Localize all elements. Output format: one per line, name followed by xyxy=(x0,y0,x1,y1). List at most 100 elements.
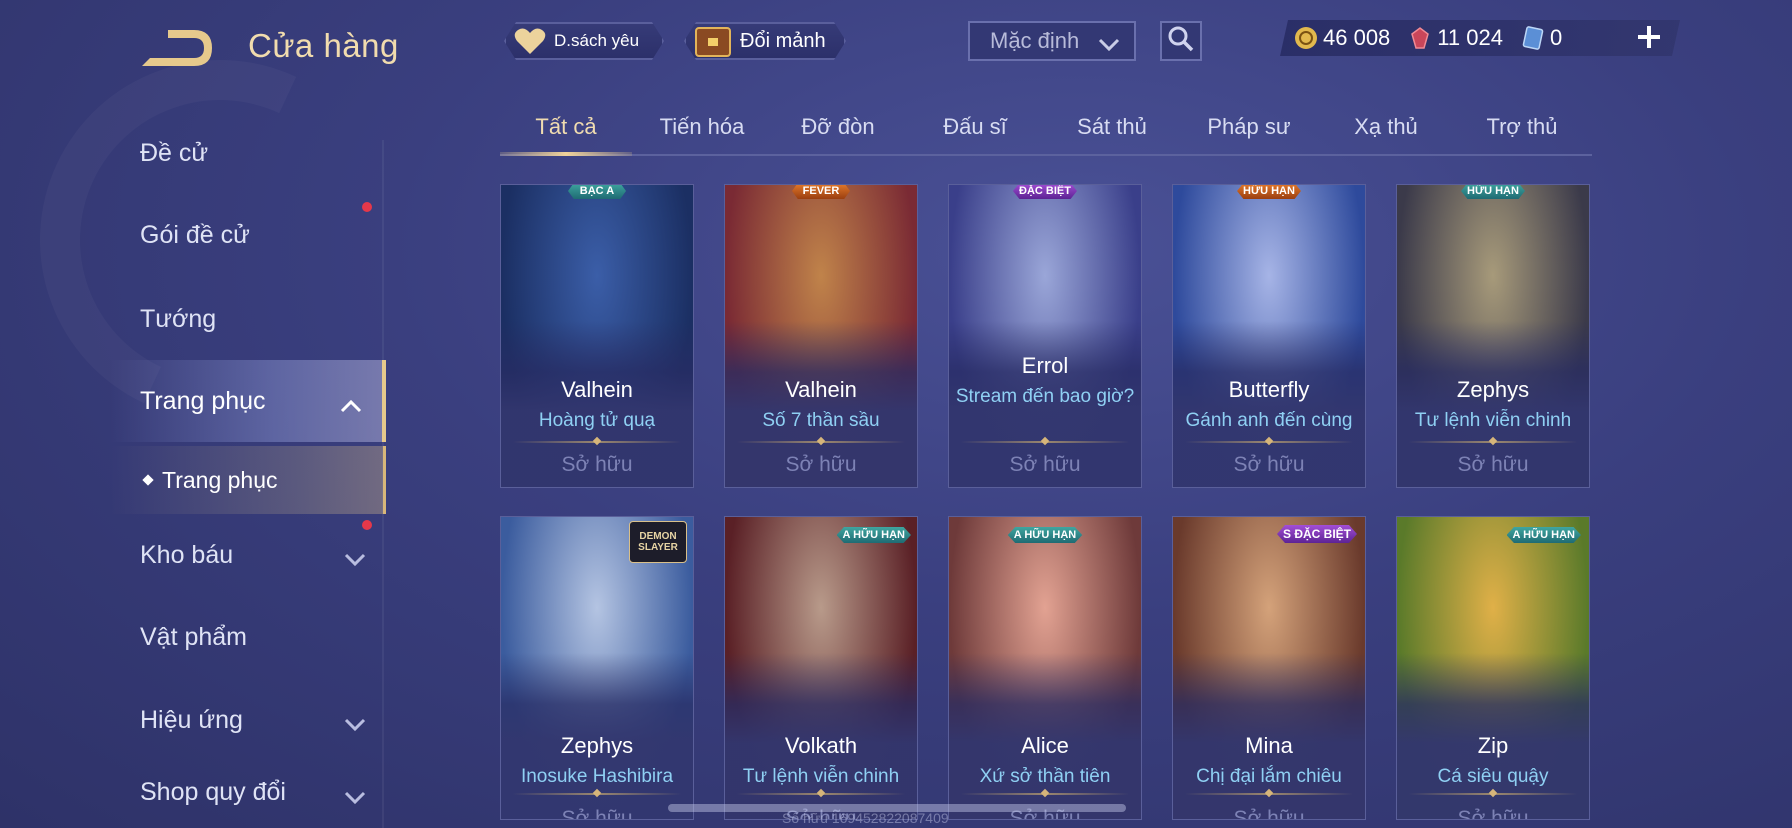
chevron-down-icon xyxy=(344,546,366,575)
sidebar-item-effects[interactable]: Hiệu ứng xyxy=(110,679,386,761)
ruby-currency: 11 024 xyxy=(1408,25,1503,51)
card-separator xyxy=(1185,441,1353,443)
tab-assassin[interactable]: Sát thủ xyxy=(1044,114,1180,140)
hero-name: Volkath xyxy=(784,733,858,758)
favorites-label: D.sách yêu xyxy=(554,31,640,50)
add-currency-button[interactable] xyxy=(1634,22,1664,52)
skin-card[interactable]: A HỮU HẠN Alice Xứ sở thần tiên Sở hữu xyxy=(948,516,1142,820)
skin-card[interactable]: S ĐẶC BIỆT Mina Chị đại lắm chiêu Sở hữu xyxy=(1172,516,1366,820)
owned-status: Sở hữu xyxy=(785,453,857,476)
page-title: Cửa hàng xyxy=(248,27,399,64)
skin-name: Inosuke Hashibira xyxy=(520,766,674,787)
rarity-badge: FEVER xyxy=(792,185,850,199)
category-tabs: Tất cả Tiến hóa Đỡ đòn Đấu sĩ Sát thủ Ph… xyxy=(500,104,1592,156)
skin-name: Tư lệnh viễn chinh xyxy=(1414,410,1572,431)
skin-name: Stream đến bao giờ? xyxy=(955,386,1135,407)
back-arrow-icon[interactable] xyxy=(138,26,218,70)
sidebar-item-label: Gói đề cử xyxy=(140,220,250,249)
tab-marksman[interactable]: Xạ thủ xyxy=(1318,114,1454,140)
owned-status: Sở hữu xyxy=(1457,807,1529,820)
card-separator xyxy=(961,441,1129,443)
sidebar-item-label: Vật phẩm xyxy=(140,622,248,651)
heart-icon xyxy=(514,27,546,55)
skin-card[interactable]: DEMON SLAYER Zephys Inosuke Hashibira Sở… xyxy=(500,516,694,820)
diamond-bullet-icon xyxy=(142,474,154,486)
tab-support[interactable]: Trợ thủ xyxy=(1454,114,1590,140)
card-separator xyxy=(961,793,1129,795)
chevron-up-icon xyxy=(340,392,362,421)
sort-value: Mặc định xyxy=(990,28,1080,53)
sidebar-item-label: Đề cử xyxy=(140,138,209,167)
favorites-button[interactable]: D.sách yêu xyxy=(504,22,664,60)
rarity-badge: HỮU HẠN xyxy=(1237,185,1301,199)
sidebar-item-heroes[interactable]: Tướng xyxy=(110,278,386,360)
owned-status: Sở hữu xyxy=(1457,453,1529,476)
sidebar-item-treasure[interactable]: Kho báu xyxy=(110,514,386,596)
ruby-amount: 11 024 xyxy=(1437,25,1503,50)
sidebar-item-items[interactable]: Vật phẩm xyxy=(110,596,386,678)
owned-status: Sở hữu xyxy=(1233,807,1305,820)
hero-name: Errol xyxy=(1021,353,1069,378)
demon-slayer-logo: DEMON SLAYER xyxy=(629,521,687,563)
skin-name: Gánh anh đến cùng xyxy=(1185,410,1353,431)
card-separator xyxy=(1409,441,1577,443)
skin-card[interactable]: HỮU HẠN Zephys Tư lệnh viễn chinh Sở hữu xyxy=(1396,184,1590,488)
skin-card[interactable]: FEVER Valhein Số 7 thần sầu Sở hữu xyxy=(724,184,918,488)
currency-bar: 46 008 11 024 0 xyxy=(1280,20,1680,56)
sidebar-item-recommended-packs[interactable]: Gói đề cử xyxy=(110,194,386,276)
skin-card[interactable]: A HỮU HẠN Volkath Tư lệnh viễn chinh Sở … xyxy=(724,516,918,820)
tab-mage[interactable]: Pháp sư xyxy=(1181,114,1317,140)
rarity-badge: A HỮU HẠN xyxy=(1506,527,1581,543)
tab-all[interactable]: Tất cả xyxy=(498,114,634,140)
sidebar-item-label: Trang phục xyxy=(140,386,266,415)
rarity-badge: ĐẶC BIỆT xyxy=(1013,185,1077,199)
hero-name: Valhein xyxy=(561,377,633,402)
sort-dropdown[interactable]: Mặc định xyxy=(968,21,1136,61)
owned-status: Sở hữu xyxy=(561,807,633,820)
hero-name: Butterfly xyxy=(1228,377,1310,402)
owned-status: Sở hữu xyxy=(1233,453,1305,476)
rarity-badge: A HỮU HẠN xyxy=(836,527,911,543)
rarity-badge: S ĐẶC BIỆT xyxy=(1276,525,1357,543)
hero-name: Zephys xyxy=(560,733,634,758)
rarity-badge: HỮU HẠN xyxy=(1461,185,1525,199)
skin-name: Cá siêu quậy xyxy=(1437,766,1549,787)
sidebar-subitem-label: Trang phục xyxy=(162,466,278,493)
search-button[interactable] xyxy=(1160,21,1202,61)
sidebar-item-label: Tướng xyxy=(140,304,217,333)
skin-card[interactable]: BẠC A Valhein Hoàng tử quạ Sở hữu xyxy=(500,184,694,488)
voucher-amount: 0 xyxy=(1549,25,1563,50)
exchange-label: Đổi mảnh xyxy=(740,29,826,52)
hero-name: Mina xyxy=(1245,733,1293,758)
sidebar-item-recommended[interactable]: Đề cử xyxy=(110,112,386,194)
treasure-chest-icon xyxy=(694,24,732,58)
card-separator xyxy=(737,793,905,795)
tab-evolution[interactable]: Tiến hóa xyxy=(634,114,770,140)
skin-card[interactable]: A HỮU HẠN Zip Cá siêu quậy Sở hữu xyxy=(1396,516,1590,820)
sidebar-subitem-skins[interactable]: Trang phục xyxy=(110,446,386,514)
sidebar-item-skins[interactable]: Trang phục xyxy=(110,360,386,442)
skin-name: Tư lệnh viễn chinh xyxy=(742,766,900,787)
gold-coin-icon xyxy=(1294,26,1318,50)
hero-name: Valhein xyxy=(785,377,857,402)
tab-fighter[interactable]: Đấu sĩ xyxy=(907,114,1043,140)
active-tab-indicator xyxy=(500,152,632,156)
search-icon xyxy=(1167,25,1195,58)
skin-card[interactable]: ĐẶC BIỆT Errol Stream đến bao giờ? Sở hữ… xyxy=(948,184,1142,488)
voucher-icon xyxy=(1521,26,1545,50)
card-separator xyxy=(1185,793,1353,795)
exchange-shards-button[interactable]: Đổi mảnh xyxy=(684,22,846,60)
card-separator xyxy=(737,441,905,443)
chevron-down-icon xyxy=(344,784,366,813)
plus-icon xyxy=(1634,26,1664,56)
hero-name: Zephys xyxy=(1456,377,1530,402)
tab-tank[interactable]: Đỡ đòn xyxy=(770,114,906,140)
chevron-down-icon xyxy=(344,711,366,740)
skin-card[interactable]: HỮU HẠN Butterfly Gánh anh đến cùng Sở h… xyxy=(1172,184,1366,488)
rarity-badge: A HỮU HẠN xyxy=(1007,527,1083,543)
hero-name: Zip xyxy=(1477,733,1509,758)
skin-name: Số 7 thần sầu xyxy=(762,410,880,431)
ruby-gem-icon xyxy=(1408,26,1432,50)
gold-amount: 46 008 xyxy=(1323,25,1391,50)
sidebar-item-exchange-shop[interactable]: Shop quy đổi xyxy=(110,762,386,822)
